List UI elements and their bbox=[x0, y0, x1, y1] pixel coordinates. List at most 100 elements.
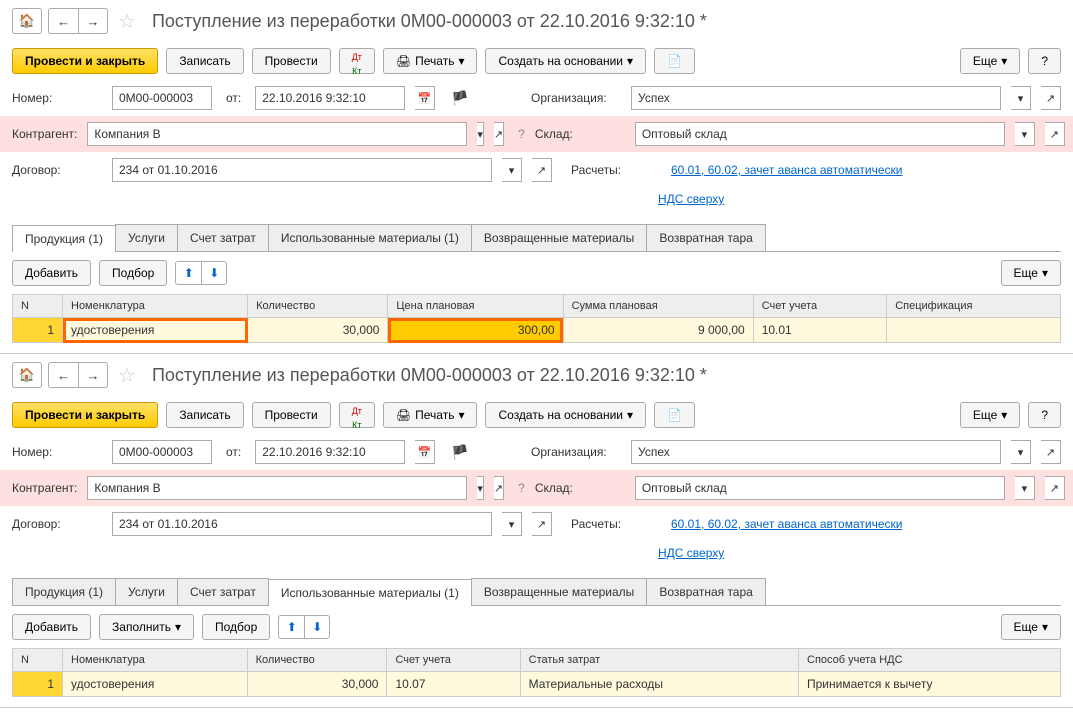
open-button[interactable]: ↗ bbox=[532, 158, 552, 182]
cell-n[interactable]: 1 bbox=[13, 672, 63, 697]
tab-used-materials[interactable]: Использованные материалы (1) bbox=[268, 224, 472, 251]
print-button[interactable]: 🖨Печать▾ bbox=[383, 48, 478, 74]
favorite-icon[interactable]: ☆ bbox=[118, 9, 136, 34]
tab-products[interactable]: Продукция (1) bbox=[12, 225, 116, 252]
post-and-close-button[interactable]: Провести и закрыть bbox=[12, 402, 158, 428]
move-down-button[interactable]: ⬇ bbox=[201, 261, 227, 285]
vat-link[interactable]: НДС сверху bbox=[658, 192, 724, 206]
organization-field[interactable]: Успех bbox=[631, 440, 1001, 464]
tab-returnable-packaging[interactable]: Возвратная тара bbox=[646, 578, 766, 605]
date-field[interactable]: 22.10.2016 9:32:10 bbox=[255, 440, 405, 464]
help-button[interactable]: ? bbox=[1028, 402, 1061, 428]
open-button[interactable]: ↗ bbox=[1041, 86, 1061, 110]
col-quantity[interactable]: Количество bbox=[247, 649, 387, 672]
dropdown-button[interactable]: ▾ bbox=[1011, 86, 1031, 110]
col-quantity[interactable]: Количество bbox=[248, 295, 388, 318]
organization-field[interactable]: Успех bbox=[631, 86, 1001, 110]
col-nomenclature[interactable]: Номенклатура bbox=[63, 295, 248, 318]
counterparty-field[interactable]: Компания В bbox=[87, 122, 467, 146]
move-up-button[interactable]: ⬆ bbox=[278, 615, 304, 639]
col-sum[interactable]: Сумма плановая bbox=[563, 295, 753, 318]
tab-cost-account[interactable]: Счет затрат bbox=[177, 578, 269, 605]
col-nomenclature[interactable]: Номенклатура bbox=[63, 649, 248, 672]
dropdown-button[interactable]: ▾ bbox=[1015, 476, 1035, 500]
dtk-button[interactable]: ДтКт bbox=[339, 402, 375, 428]
create-based-button[interactable]: Создать на основании▾ bbox=[485, 402, 646, 428]
dropdown-button[interactable]: ▾ bbox=[477, 122, 484, 146]
cell-n[interactable]: 1 bbox=[13, 318, 63, 343]
tab-used-materials[interactable]: Использованные материалы (1) bbox=[268, 579, 472, 606]
attachment-button[interactable]: 📄 bbox=[654, 402, 695, 428]
date-field[interactable]: 22.10.2016 9:32:10 bbox=[255, 86, 405, 110]
col-account[interactable]: Счет учета bbox=[387, 649, 520, 672]
save-button[interactable]: Записать bbox=[166, 48, 243, 74]
dropdown-button[interactable]: ▾ bbox=[502, 158, 522, 182]
print-button[interactable]: 🖨Печать▾ bbox=[383, 402, 478, 428]
calendar-button[interactable]: 📅 bbox=[415, 440, 435, 464]
favorite-icon[interactable]: ☆ bbox=[118, 363, 136, 388]
cell-cost-item[interactable]: Материальные расходы bbox=[520, 672, 798, 697]
move-down-button[interactable]: ⬇ bbox=[304, 615, 330, 639]
more-button[interactable]: Еще▾ bbox=[960, 402, 1020, 428]
table-more-button[interactable]: Еще▾ bbox=[1001, 614, 1061, 640]
col-n[interactable]: N bbox=[13, 649, 63, 672]
create-based-button[interactable]: Создать на основании▾ bbox=[485, 48, 646, 74]
tab-cost-account[interactable]: Счет затрат bbox=[177, 224, 269, 251]
cell-account[interactable]: 10.01 bbox=[753, 318, 887, 343]
cell-spec[interactable] bbox=[887, 318, 1061, 343]
select-button[interactable]: Подбор bbox=[99, 260, 167, 286]
more-button[interactable]: Еще▾ bbox=[960, 48, 1020, 74]
warehouse-field[interactable]: Оптовый склад bbox=[635, 122, 1005, 146]
save-button[interactable]: Записать bbox=[166, 402, 243, 428]
help-button[interactable]: ? bbox=[1028, 48, 1061, 74]
counterparty-field[interactable]: Компания В bbox=[87, 476, 467, 500]
home-button[interactable]: 🏠 bbox=[12, 362, 42, 388]
post-button[interactable]: Провести bbox=[252, 48, 331, 74]
home-button[interactable]: 🏠 bbox=[12, 8, 42, 34]
dropdown-button[interactable]: ▾ bbox=[477, 476, 484, 500]
open-button[interactable]: ↗ bbox=[1041, 440, 1061, 464]
select-button[interactable]: Подбор bbox=[202, 614, 270, 640]
number-field[interactable]: 0М00-000003 bbox=[112, 440, 212, 464]
open-button[interactable]: ↗ bbox=[532, 512, 552, 536]
add-button[interactable]: Добавить bbox=[12, 260, 91, 286]
cell-nomenclature[interactable]: удостоверения bbox=[63, 318, 248, 343]
dtk-button[interactable]: ДтКт bbox=[339, 48, 375, 74]
cell-vat-method[interactable]: Принимается к вычету bbox=[799, 672, 1061, 697]
forward-button[interactable]: → bbox=[78, 362, 108, 388]
calendar-button[interactable]: 📅 bbox=[415, 86, 435, 110]
warehouse-field[interactable]: Оптовый склад bbox=[635, 476, 1005, 500]
tab-returned-materials[interactable]: Возвращенные материалы bbox=[471, 578, 647, 605]
move-up-button[interactable]: ⬆ bbox=[175, 261, 201, 285]
cell-price[interactable]: 300,00 bbox=[388, 318, 563, 343]
col-vat-method[interactable]: Способ учета НДС bbox=[799, 649, 1061, 672]
add-button[interactable]: Добавить bbox=[12, 614, 91, 640]
dropdown-button[interactable]: ▾ bbox=[1015, 122, 1035, 146]
help-icon[interactable]: ? bbox=[518, 481, 525, 495]
vat-link[interactable]: НДС сверху bbox=[658, 546, 724, 560]
col-price[interactable]: Цена плановая bbox=[388, 295, 563, 318]
cell-nomenclature[interactable]: удостоверения bbox=[63, 672, 248, 697]
contract-field[interactable]: 234 от 01.10.2016 bbox=[112, 158, 492, 182]
table-row[interactable]: 1 удостоверения 30,000 10.07 Материальны… bbox=[13, 672, 1061, 697]
tab-services[interactable]: Услуги bbox=[115, 578, 178, 605]
dropdown-button[interactable]: ▾ bbox=[1011, 440, 1031, 464]
table-more-button[interactable]: Еще▾ bbox=[1001, 260, 1061, 286]
cell-quantity[interactable]: 30,000 bbox=[247, 672, 387, 697]
open-button[interactable]: ↗ bbox=[1045, 476, 1065, 500]
table-row[interactable]: 1 удостоверения 30,000 300,00 9 000,00 1… bbox=[13, 318, 1061, 343]
forward-button[interactable]: → bbox=[78, 8, 108, 34]
flag-icon[interactable]: 🏴 bbox=[451, 90, 468, 107]
fill-button[interactable]: Заполнить▾ bbox=[99, 614, 194, 640]
number-field[interactable]: 0М00-000003 bbox=[112, 86, 212, 110]
settlements-link[interactable]: 60.01, 60.02, зачет аванса автоматически bbox=[671, 163, 1061, 177]
post-button[interactable]: Провести bbox=[252, 402, 331, 428]
contract-field[interactable]: 234 от 01.10.2016 bbox=[112, 512, 492, 536]
col-spec[interactable]: Спецификация bbox=[887, 295, 1061, 318]
back-button[interactable]: ← bbox=[48, 8, 78, 34]
attachment-button[interactable]: 📄 bbox=[654, 48, 695, 74]
help-icon[interactable]: ? bbox=[518, 127, 525, 141]
cell-account[interactable]: 10.07 bbox=[387, 672, 520, 697]
col-account[interactable]: Счет учета bbox=[753, 295, 887, 318]
settlements-link[interactable]: 60.01, 60.02, зачет аванса автоматически bbox=[671, 517, 1061, 531]
